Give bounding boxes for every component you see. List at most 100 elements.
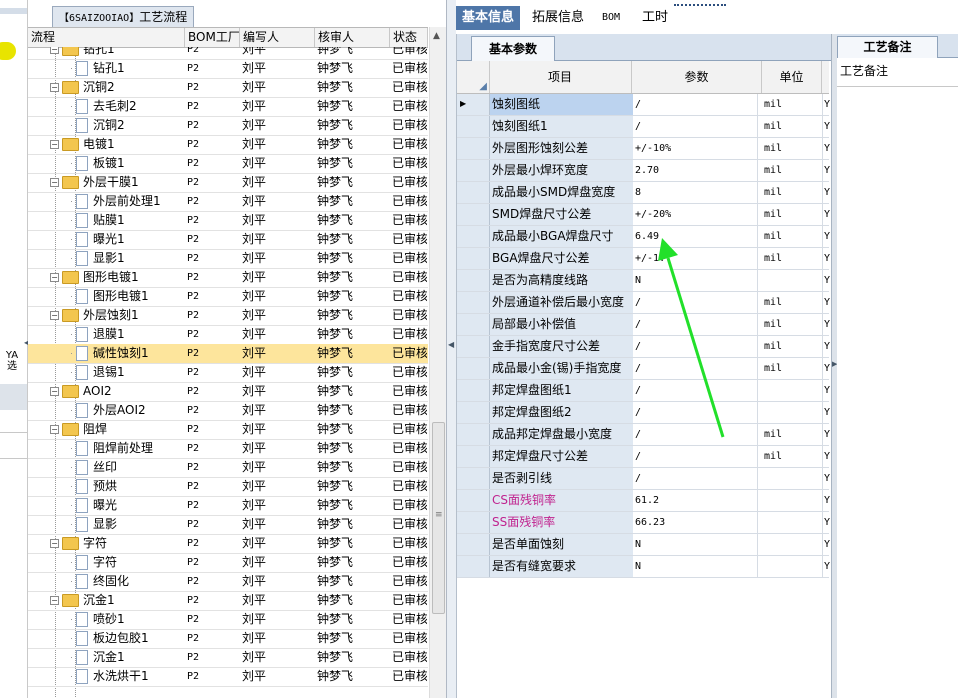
tree-row[interactable]: − 沉金1 P2 刘平 钟梦飞 已审核 [28,591,428,611]
tree-row[interactable]: 阻焊前处理 P2 刘平 钟梦飞 已审核 [28,439,428,459]
tree-node[interactable]: 板镀1 [70,154,185,173]
tree-node[interactable]: 碱性蚀刻1 [70,344,185,363]
row-indicator[interactable] [457,490,490,511]
tree-node[interactable]: 外层AOI2 [70,401,185,420]
row-indicator[interactable] [457,534,490,555]
tree-row[interactable]: 沉金1 P2 刘平 钟梦飞 已审核 [28,648,428,668]
tree-node[interactable]: 板边包胶1 [70,629,185,648]
param-value-field[interactable]: / [633,446,758,467]
param-value-field[interactable]: / [633,468,758,489]
param-value-field[interactable]: / [633,292,758,313]
param-value-field[interactable]: 66.23 [633,512,758,533]
splitter-arrow-icon[interactable]: ◀ [448,340,454,349]
param-value-field[interactable]: N [633,270,758,291]
param-row[interactable]: 成品最小SMD焊盘宽度 8 mil Y [457,182,830,204]
row-indicator[interactable] [457,160,490,181]
param-row[interactable]: SMD焊盘尺寸公差 +/-20% mil Y [457,204,830,226]
row-indicator[interactable] [457,204,490,225]
param-row[interactable]: 成品最小BGA焊盘尺寸 6.49 mil Y [457,226,830,248]
tree-node[interactable]: 外层前处理1 [70,192,185,211]
tree-row[interactable]: − 外层蚀刻1 P2 刘平 钟梦飞 已审核 [28,306,428,326]
tree-node[interactable]: − 电镀1 [50,135,185,154]
row-indicator[interactable] [457,248,490,269]
param-row[interactable]: BGA焊盘尺寸公差 +/-1. mil Y [457,248,830,270]
tree-row[interactable]: 显影1 P2 刘平 钟梦飞 已审核 [28,249,428,269]
scroll-up-arrow-icon[interactable]: ▲ [433,31,440,41]
collapse-toggle-icon[interactable]: − [50,83,59,92]
tree-node[interactable]: 预烘 [70,477,185,496]
tree-node[interactable]: 退膜1 [70,325,185,344]
tree-node[interactable]: 终固化 [70,572,185,591]
param-row[interactable]: 邦定焊盘图纸1/ Y [457,380,830,402]
param-value-field[interactable]: / [633,380,758,401]
tab-labor-hours[interactable]: 工时 [636,6,674,30]
tree-node[interactable]: − 阻焊 [50,420,185,439]
tree-node[interactable]: 喷砂1 [70,610,185,629]
param-row[interactable]: 成品邦定焊盘最小宽度 / mil Y [457,424,830,446]
collapse-toggle-icon[interactable]: − [50,539,59,548]
row-indicator[interactable] [457,314,490,335]
param-row[interactable]: 外层最小焊环宽度 2.70 mil Y [457,160,830,182]
row-indicator[interactable] [457,380,490,401]
tree-node[interactable]: − 外层干膜1 [50,173,185,192]
tree-row[interactable]: 图形电镀1 P2 刘平 钟梦飞 已审核 [28,287,428,307]
param-row[interactable]: 邦定焊盘图纸2/ Y [457,402,830,424]
tree-node[interactable]: 退锡1 [70,363,185,382]
param-row[interactable]: 局部最小补偿值 / mil Y [457,314,830,336]
tree-row[interactable]: − 阻焊 P2 刘平 钟梦飞 已审核 [28,420,428,440]
row-indicator[interactable] [457,446,490,467]
row-indicator[interactable] [457,138,490,159]
tree-node[interactable]: 去毛刺2 [70,97,185,116]
collapse-toggle-icon[interactable]: − [50,311,59,320]
param-row[interactable]: 蚀刻图纸1/mil Y [457,116,830,138]
row-indicator[interactable] [457,116,490,137]
tree-node[interactable]: 显影1 [70,249,185,268]
tree-row[interactable]: 终固化 P2 刘平 钟梦飞 已审核 [28,572,428,592]
tree-node[interactable]: 水洗烘干1 [70,667,185,686]
collapse-toggle-icon[interactable]: − [50,178,59,187]
tree-row[interactable]: 贴膜1 P2 刘平 钟梦飞 已审核 [28,211,428,231]
tree-node[interactable]: − 钻孔1 [50,47,185,59]
tree-node[interactable]: 阻焊前处理 [70,439,185,458]
tree-row[interactable]: 钻孔1 P2 刘平 钟梦飞 已审核 [28,59,428,79]
tree-row[interactable]: 板镀1 P2 刘平 钟梦飞 已审核 [28,154,428,174]
tree-row[interactable]: 退膜1 P2 刘平 钟梦飞 已审核 [28,325,428,345]
row-indicator[interactable] [457,402,490,423]
tab-basic-params[interactable]: 基本参数 [471,36,555,61]
row-indicator[interactable] [457,556,490,577]
tab-extended-info[interactable]: 拓展信息 [526,6,590,30]
tree-node[interactable]: 丝印 [70,458,185,477]
param-column-header[interactable]: 单位 [762,61,822,93]
collapse-toggle-icon[interactable]: − [50,273,59,282]
tree-row[interactable]: − 图形电镀1 P2 刘平 钟梦飞 已审核 [28,268,428,288]
tree-row[interactable]: 预烘 P2 刘平 钟梦飞 已审核 [28,477,428,497]
tree-row[interactable]: 曝光 P2 刘平 钟梦飞 已审核 [28,496,428,516]
tree-row[interactable]: 板边包胶1 P2 刘平 钟梦飞 已审核 [28,629,428,649]
tree-row[interactable]: 外层前处理1 P2 刘平 钟梦飞 已审核 [28,192,428,212]
param-column-header[interactable]: 项目 [489,61,632,93]
param-row[interactable]: 邦定焊盘尺寸公差 / mil Y [457,446,830,468]
param-row[interactable]: 是否为高精度线路 N Y [457,270,830,292]
tree-row[interactable]: 沉铜2 P2 刘平 钟梦飞 已审核 [28,116,428,136]
tab-process-notes[interactable]: 工艺备注 [837,36,938,58]
tree-node[interactable]: − 字符 [50,534,185,553]
column-header[interactable]: 状态 [390,28,428,47]
param-value-field[interactable]: +/-20% [633,204,758,225]
row-indicator[interactable] [457,336,490,357]
collapse-toggle-icon[interactable]: − [50,140,59,149]
param-row[interactable]: SS面残铜率 66.23 Y [457,512,830,534]
tree-row[interactable]: 字符 P2 刘平 钟梦飞 已审核 [28,553,428,573]
tree-node[interactable]: − 外层蚀刻1 [50,306,185,325]
param-value-field[interactable]: +/-1. [633,248,758,269]
tree-row[interactable]: 去毛刺2 P2 刘平 钟梦飞 已审核 [28,97,428,117]
tree-row[interactable]: 碱性蚀刻1 P2 刘平 钟梦飞 已审核 [28,344,428,364]
param-row[interactable]: 是否剥引线 / Y [457,468,830,490]
tree-row[interactable]: 外层AOI2 P2 刘平 钟梦飞 已审核 [28,401,428,421]
param-value-field[interactable]: N [633,534,758,555]
param-row[interactable]: 外层图形蚀刻公差 +/-10% mil Y [457,138,830,160]
tree-row[interactable]: − AOI2 P2 刘平 钟梦飞 已审核 [28,382,428,402]
row-indicator[interactable] [457,270,490,291]
param-value-field[interactable]: / [633,424,758,445]
param-value-field[interactable]: +/-10% [633,138,758,159]
tree-row[interactable]: 喷砂1 P2 刘平 钟梦飞 已审核 [28,610,428,630]
